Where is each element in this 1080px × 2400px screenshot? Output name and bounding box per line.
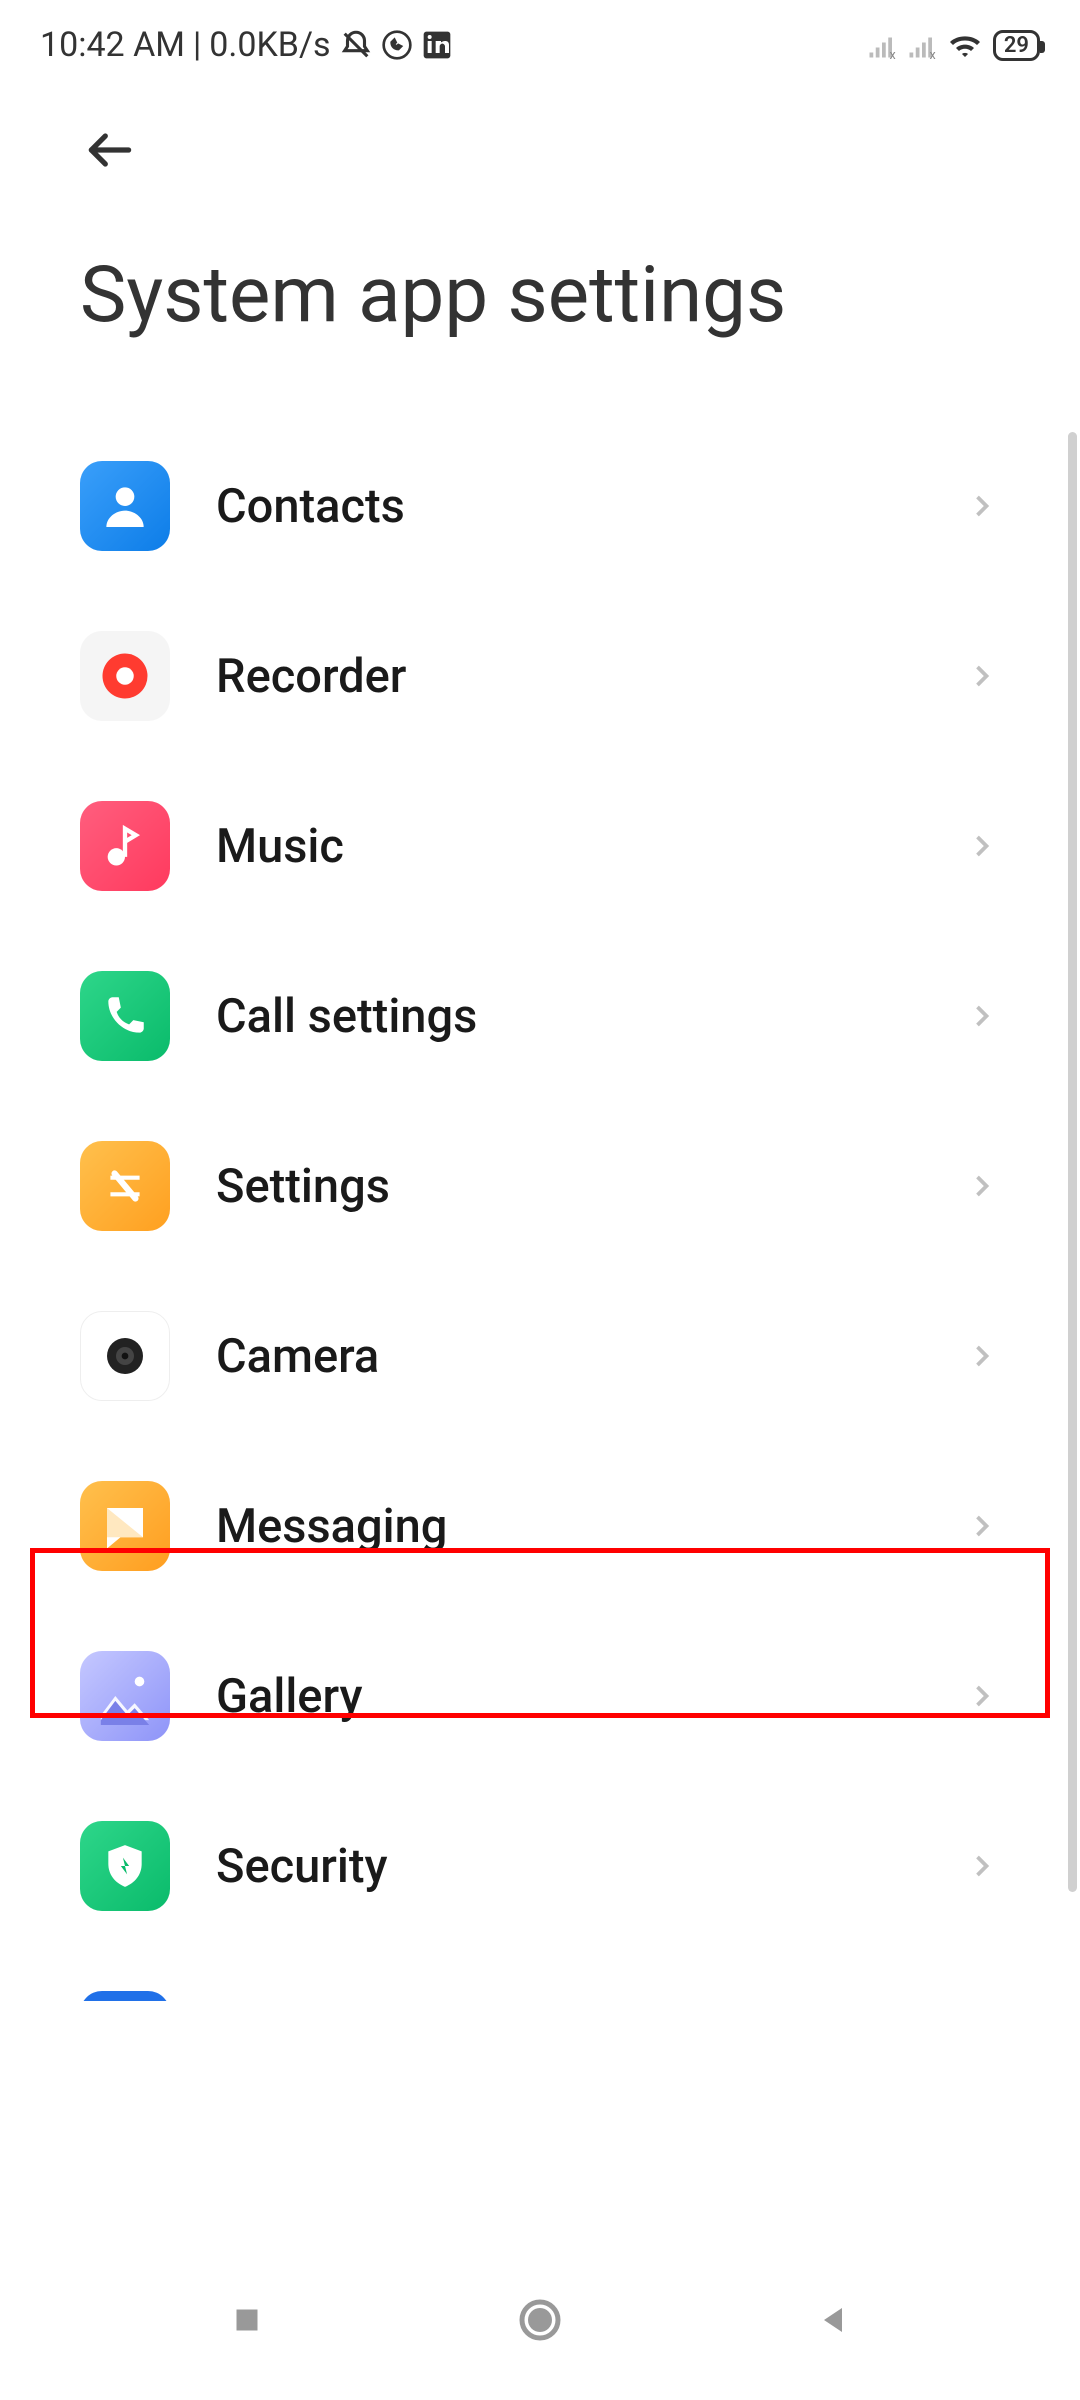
recorder-icon bbox=[80, 631, 170, 721]
item-label: Recorder bbox=[216, 649, 918, 704]
list-item-messaging[interactable]: Messaging bbox=[0, 1441, 1080, 1611]
list-item-security[interactable]: Security bbox=[0, 1781, 1080, 1951]
status-left: 10:42 AM | 0.0KB/s bbox=[40, 25, 453, 65]
signal-2-icon: x bbox=[907, 30, 937, 60]
app-bar bbox=[0, 90, 1080, 200]
item-label: Settings bbox=[216, 1159, 918, 1214]
camera-icon bbox=[80, 1311, 170, 1401]
chevron-right-icon bbox=[964, 1508, 1000, 1544]
whatsapp-icon bbox=[381, 29, 413, 61]
status-right: x x 29 bbox=[867, 27, 1040, 63]
gallery-icon bbox=[80, 1651, 170, 1741]
status-time: 10:42 AM bbox=[40, 25, 185, 65]
chevron-right-icon bbox=[964, 1678, 1000, 1714]
back-nav-button[interactable] bbox=[803, 2290, 863, 2350]
calendar-icon bbox=[80, 1991, 170, 2001]
signal-1-icon: x bbox=[867, 30, 897, 60]
item-label: Music bbox=[216, 819, 918, 874]
chevron-right-icon bbox=[964, 1338, 1000, 1374]
list-item-camera[interactable]: Camera bbox=[0, 1271, 1080, 1441]
home-button[interactable] bbox=[510, 2290, 570, 2350]
list-item-call-settings[interactable]: Call settings bbox=[0, 931, 1080, 1101]
chevron-right-icon bbox=[964, 658, 1000, 694]
mute-icon bbox=[339, 28, 373, 62]
chevron-right-icon bbox=[964, 1848, 1000, 1884]
settings-list: Contacts Recorder Music Call settings bbox=[0, 421, 1080, 2001]
item-label: Security bbox=[216, 1839, 918, 1894]
settings-icon bbox=[80, 1141, 170, 1231]
contacts-icon bbox=[80, 461, 170, 551]
recents-button[interactable] bbox=[217, 2290, 277, 2350]
list-item-recorder[interactable]: Recorder bbox=[0, 591, 1080, 761]
linkedin-icon bbox=[421, 29, 453, 61]
battery-icon: 29 bbox=[993, 30, 1040, 61]
list-item-music[interactable]: Music bbox=[0, 761, 1080, 931]
chevron-right-icon bbox=[964, 1168, 1000, 1204]
page-title: System app settings bbox=[0, 200, 1080, 421]
chevron-right-icon bbox=[964, 828, 1000, 864]
security-icon bbox=[80, 1821, 170, 1911]
wifi-icon bbox=[947, 27, 983, 63]
chevron-right-icon bbox=[964, 488, 1000, 524]
scroll-indicator[interactable] bbox=[1068, 432, 1077, 1892]
svg-text:x: x bbox=[889, 48, 895, 60]
list-item-gallery[interactable]: Gallery bbox=[0, 1611, 1080, 1781]
status-bar: 10:42 AM | 0.0KB/s x x 29 bbox=[0, 0, 1080, 90]
list-item-settings[interactable]: Settings bbox=[0, 1101, 1080, 1271]
back-button[interactable] bbox=[80, 120, 140, 180]
list-item-partial[interactable] bbox=[0, 1951, 1080, 2001]
chevron-right-icon bbox=[964, 998, 1000, 1034]
messaging-icon bbox=[80, 1481, 170, 1571]
item-label: Gallery bbox=[216, 1669, 918, 1724]
item-label: Contacts bbox=[216, 479, 918, 534]
navigation-bar bbox=[0, 2240, 1080, 2400]
music-icon bbox=[80, 801, 170, 891]
list-item-contacts[interactable]: Contacts bbox=[0, 421, 1080, 591]
item-label: Call settings bbox=[216, 989, 918, 1044]
svg-text:x: x bbox=[929, 48, 935, 60]
call-icon bbox=[80, 971, 170, 1061]
item-label: Camera bbox=[216, 1329, 918, 1384]
item-label: Messaging bbox=[216, 1499, 918, 1554]
status-data-speed: 0.0KB/s bbox=[209, 25, 330, 65]
